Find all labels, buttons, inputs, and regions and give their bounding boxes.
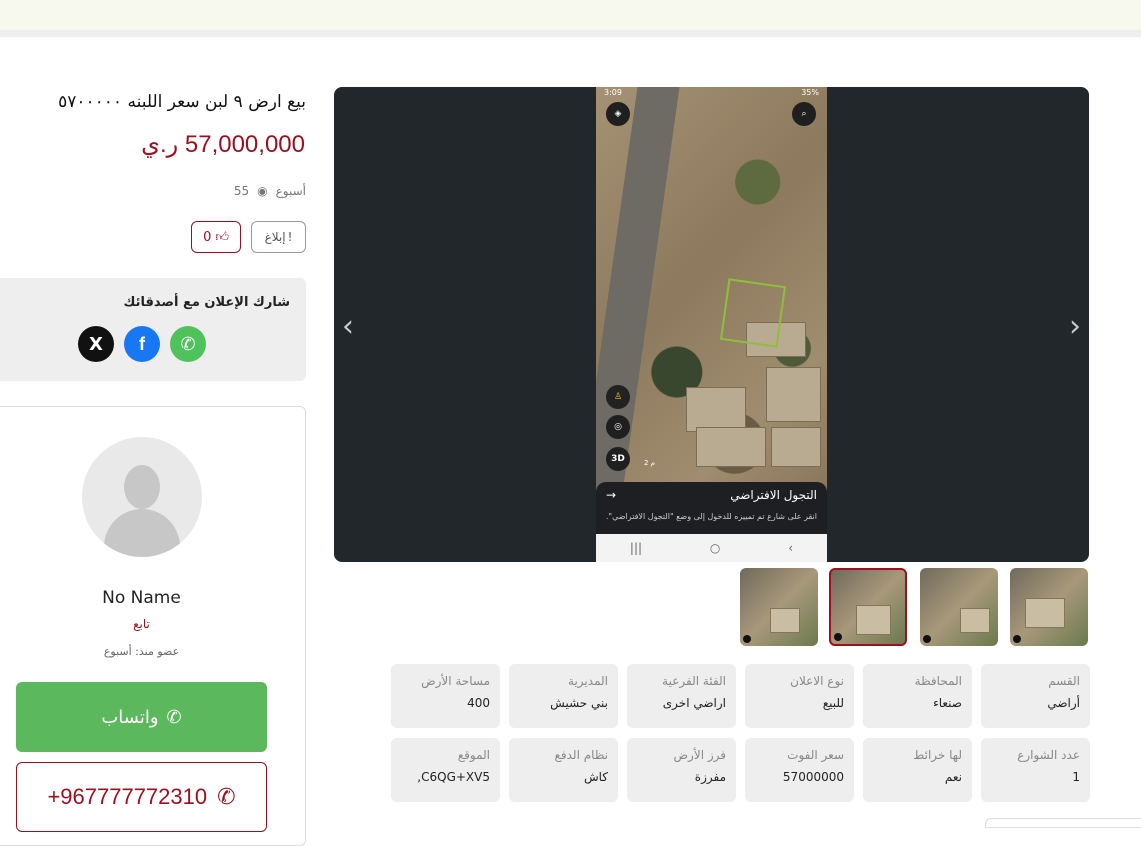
search-icon: ⌕ bbox=[792, 102, 816, 126]
listing-price: 57,000,000 ر.ي bbox=[141, 131, 305, 158]
thumbnail-strip bbox=[740, 568, 1090, 648]
spec-value: صنعاء bbox=[933, 696, 962, 710]
spec-value: نعم bbox=[944, 770, 962, 784]
map-building bbox=[696, 427, 766, 467]
spec-value: 1 bbox=[1072, 770, 1080, 784]
spec-value: 400 bbox=[467, 696, 490, 710]
spec-label: الفئة الفرعية bbox=[662, 674, 726, 688]
map-scale: 2 م bbox=[644, 459, 656, 467]
spec-land-area: مساحة الأرض 400 bbox=[391, 664, 500, 728]
map-building bbox=[686, 387, 746, 432]
share-title: شارك الإعلان مع أصدقائك bbox=[123, 295, 290, 310]
spec-location: الموقع C6QG+XV5, bbox=[391, 738, 500, 802]
map-building bbox=[771, 427, 821, 467]
whatsapp-button[interactable]: واتساب ✆ bbox=[16, 682, 267, 752]
streetview-title: التجول الافتراضي bbox=[730, 488, 817, 502]
spec-value: كاش bbox=[583, 770, 608, 784]
alert-icon: ! bbox=[287, 230, 293, 244]
seller-name: No Name bbox=[102, 588, 181, 608]
thumbnail-active[interactable] bbox=[829, 568, 907, 646]
follow-link[interactable]: تابع bbox=[0, 617, 283, 631]
member-since: عضو منذ: أسبوع bbox=[103, 645, 180, 658]
bottom-panel bbox=[985, 818, 1141, 828]
spec-label: المحافظة bbox=[914, 674, 962, 688]
gallery-prev-arrow-icon[interactable]: ‹ bbox=[342, 312, 354, 342]
spec-label: نظام الدفع bbox=[554, 748, 609, 762]
layers-icon: ◈ bbox=[606, 102, 630, 126]
view-count: 55 bbox=[233, 184, 250, 198]
phone-status-bar: 3:09 35% bbox=[596, 87, 827, 99]
spec-value: 57000000 bbox=[782, 770, 844, 784]
spec-value: اراضي اخرى bbox=[662, 696, 726, 710]
recent-apps-icon: ||| bbox=[629, 541, 643, 555]
main-image: 3:09 35% ◈ ⌕ ♙ ◎ 3D 2 م التجول الافتراضي… bbox=[596, 87, 827, 562]
listing-title: بيع ارض ٩ لبن سعر اللبنه ٥٧٠٠٠٠٠ bbox=[58, 92, 306, 112]
spec-governorate: المحافظة صنعاء bbox=[863, 664, 972, 728]
phone-icon: ✆ bbox=[217, 784, 236, 809]
listing-meta: أسبوع ◉ 55 bbox=[234, 184, 306, 198]
x-share-icon[interactable]: X bbox=[78, 326, 114, 362]
report-label: إبلاغ bbox=[264, 230, 286, 244]
spec-label: لها خرائط bbox=[913, 748, 962, 762]
top-divider bbox=[0, 30, 1141, 37]
spec-ad-type: نوع الاعلان للبيع bbox=[745, 664, 854, 728]
spec-label: المديرية bbox=[568, 674, 608, 688]
spec-value: C6QG+XV5, bbox=[417, 770, 490, 784]
spec-category: القسم أراضي bbox=[981, 664, 1090, 728]
3d-button: 3D bbox=[606, 447, 630, 471]
spec-land-sorting: فرز الأرض مفرزة bbox=[627, 738, 736, 802]
spec-value: بني حشيش bbox=[550, 696, 608, 710]
thumbnail[interactable] bbox=[1010, 568, 1088, 646]
land-plot-outline bbox=[719, 278, 787, 348]
streetview-subtitle: انقر على شارع تم تمييزه للدخول إلى وضع "… bbox=[606, 512, 817, 521]
posted-time: أسبوع bbox=[275, 184, 306, 198]
streetview-panel: التجول الافتراضي → انقر على شارع تم تميي… bbox=[596, 482, 827, 534]
spec-label: سعر الفوت bbox=[787, 748, 844, 762]
arrow-right-icon: → bbox=[606, 488, 617, 502]
spec-has-maps: لها خرائط نعم bbox=[863, 738, 972, 802]
spec-label: الموقع bbox=[457, 748, 490, 762]
thumbnail[interactable] bbox=[740, 568, 818, 646]
spec-label: عدد الشوارع bbox=[1017, 748, 1080, 762]
spec-label: نوع الاعلان bbox=[790, 674, 844, 688]
spec-district: المديرية بني حشيش bbox=[509, 664, 618, 728]
share-panel: شارك الإعلان مع أصدقائك X f ✆ bbox=[0, 278, 306, 381]
facebook-share-icon[interactable]: f bbox=[124, 326, 160, 362]
eye-icon: ◉ bbox=[257, 184, 268, 198]
report-button[interactable]: ! إبلاغ bbox=[251, 221, 306, 253]
whatsapp-share-icon[interactable]: ✆ bbox=[170, 326, 206, 362]
spec-label: القسم bbox=[1048, 674, 1080, 688]
back-icon: ‹ bbox=[788, 541, 794, 555]
avatar-head bbox=[124, 465, 160, 509]
gallery-next-arrow-icon[interactable]: › bbox=[1069, 312, 1081, 342]
whatsapp-icon: ✆ bbox=[166, 706, 182, 728]
compass-icon: ◎ bbox=[606, 415, 630, 439]
spec-streets: عدد الشوارع 1 bbox=[981, 738, 1090, 802]
thumbs-up-icon: 👍︎ bbox=[215, 229, 229, 245]
phone-nav-bar: ||| ○ ‹ bbox=[596, 534, 827, 562]
spec-subcategory: الفئة الفرعية اراضي اخرى bbox=[627, 664, 736, 728]
phone-number: +967777772310 bbox=[47, 784, 208, 809]
phone-button[interactable]: +967777772310 ✆ bbox=[16, 762, 267, 832]
whatsapp-label: واتساب bbox=[101, 706, 159, 728]
spec-label: مساحة الأرض bbox=[421, 674, 490, 688]
image-gallery[interactable]: 3:09 35% ◈ ⌕ ♙ ◎ 3D 2 م التجول الافتراضي… bbox=[334, 87, 1089, 562]
spec-value: مفرزة bbox=[694, 770, 726, 784]
spec-label: فرز الأرض bbox=[673, 748, 726, 762]
home-icon: ○ bbox=[709, 541, 721, 555]
spec-payment: نظام الدفع كاش bbox=[509, 738, 618, 802]
spec-value: للبيع bbox=[822, 696, 844, 710]
thumbnail[interactable] bbox=[920, 568, 998, 646]
pegman-icon: ♙ bbox=[606, 385, 630, 409]
like-button[interactable]: 0 👍︎ bbox=[191, 221, 241, 253]
like-count: 0 bbox=[203, 229, 212, 245]
spec-value: أراضي bbox=[1047, 696, 1080, 710]
avatar-body bbox=[104, 509, 180, 557]
spec-foot-price: سعر الفوت 57000000 bbox=[745, 738, 854, 802]
phone-battery: 35% bbox=[801, 88, 819, 97]
avatar bbox=[82, 437, 202, 557]
top-banner bbox=[0, 0, 1141, 30]
phone-time: 3:09 bbox=[604, 88, 622, 97]
map-building bbox=[766, 367, 821, 422]
